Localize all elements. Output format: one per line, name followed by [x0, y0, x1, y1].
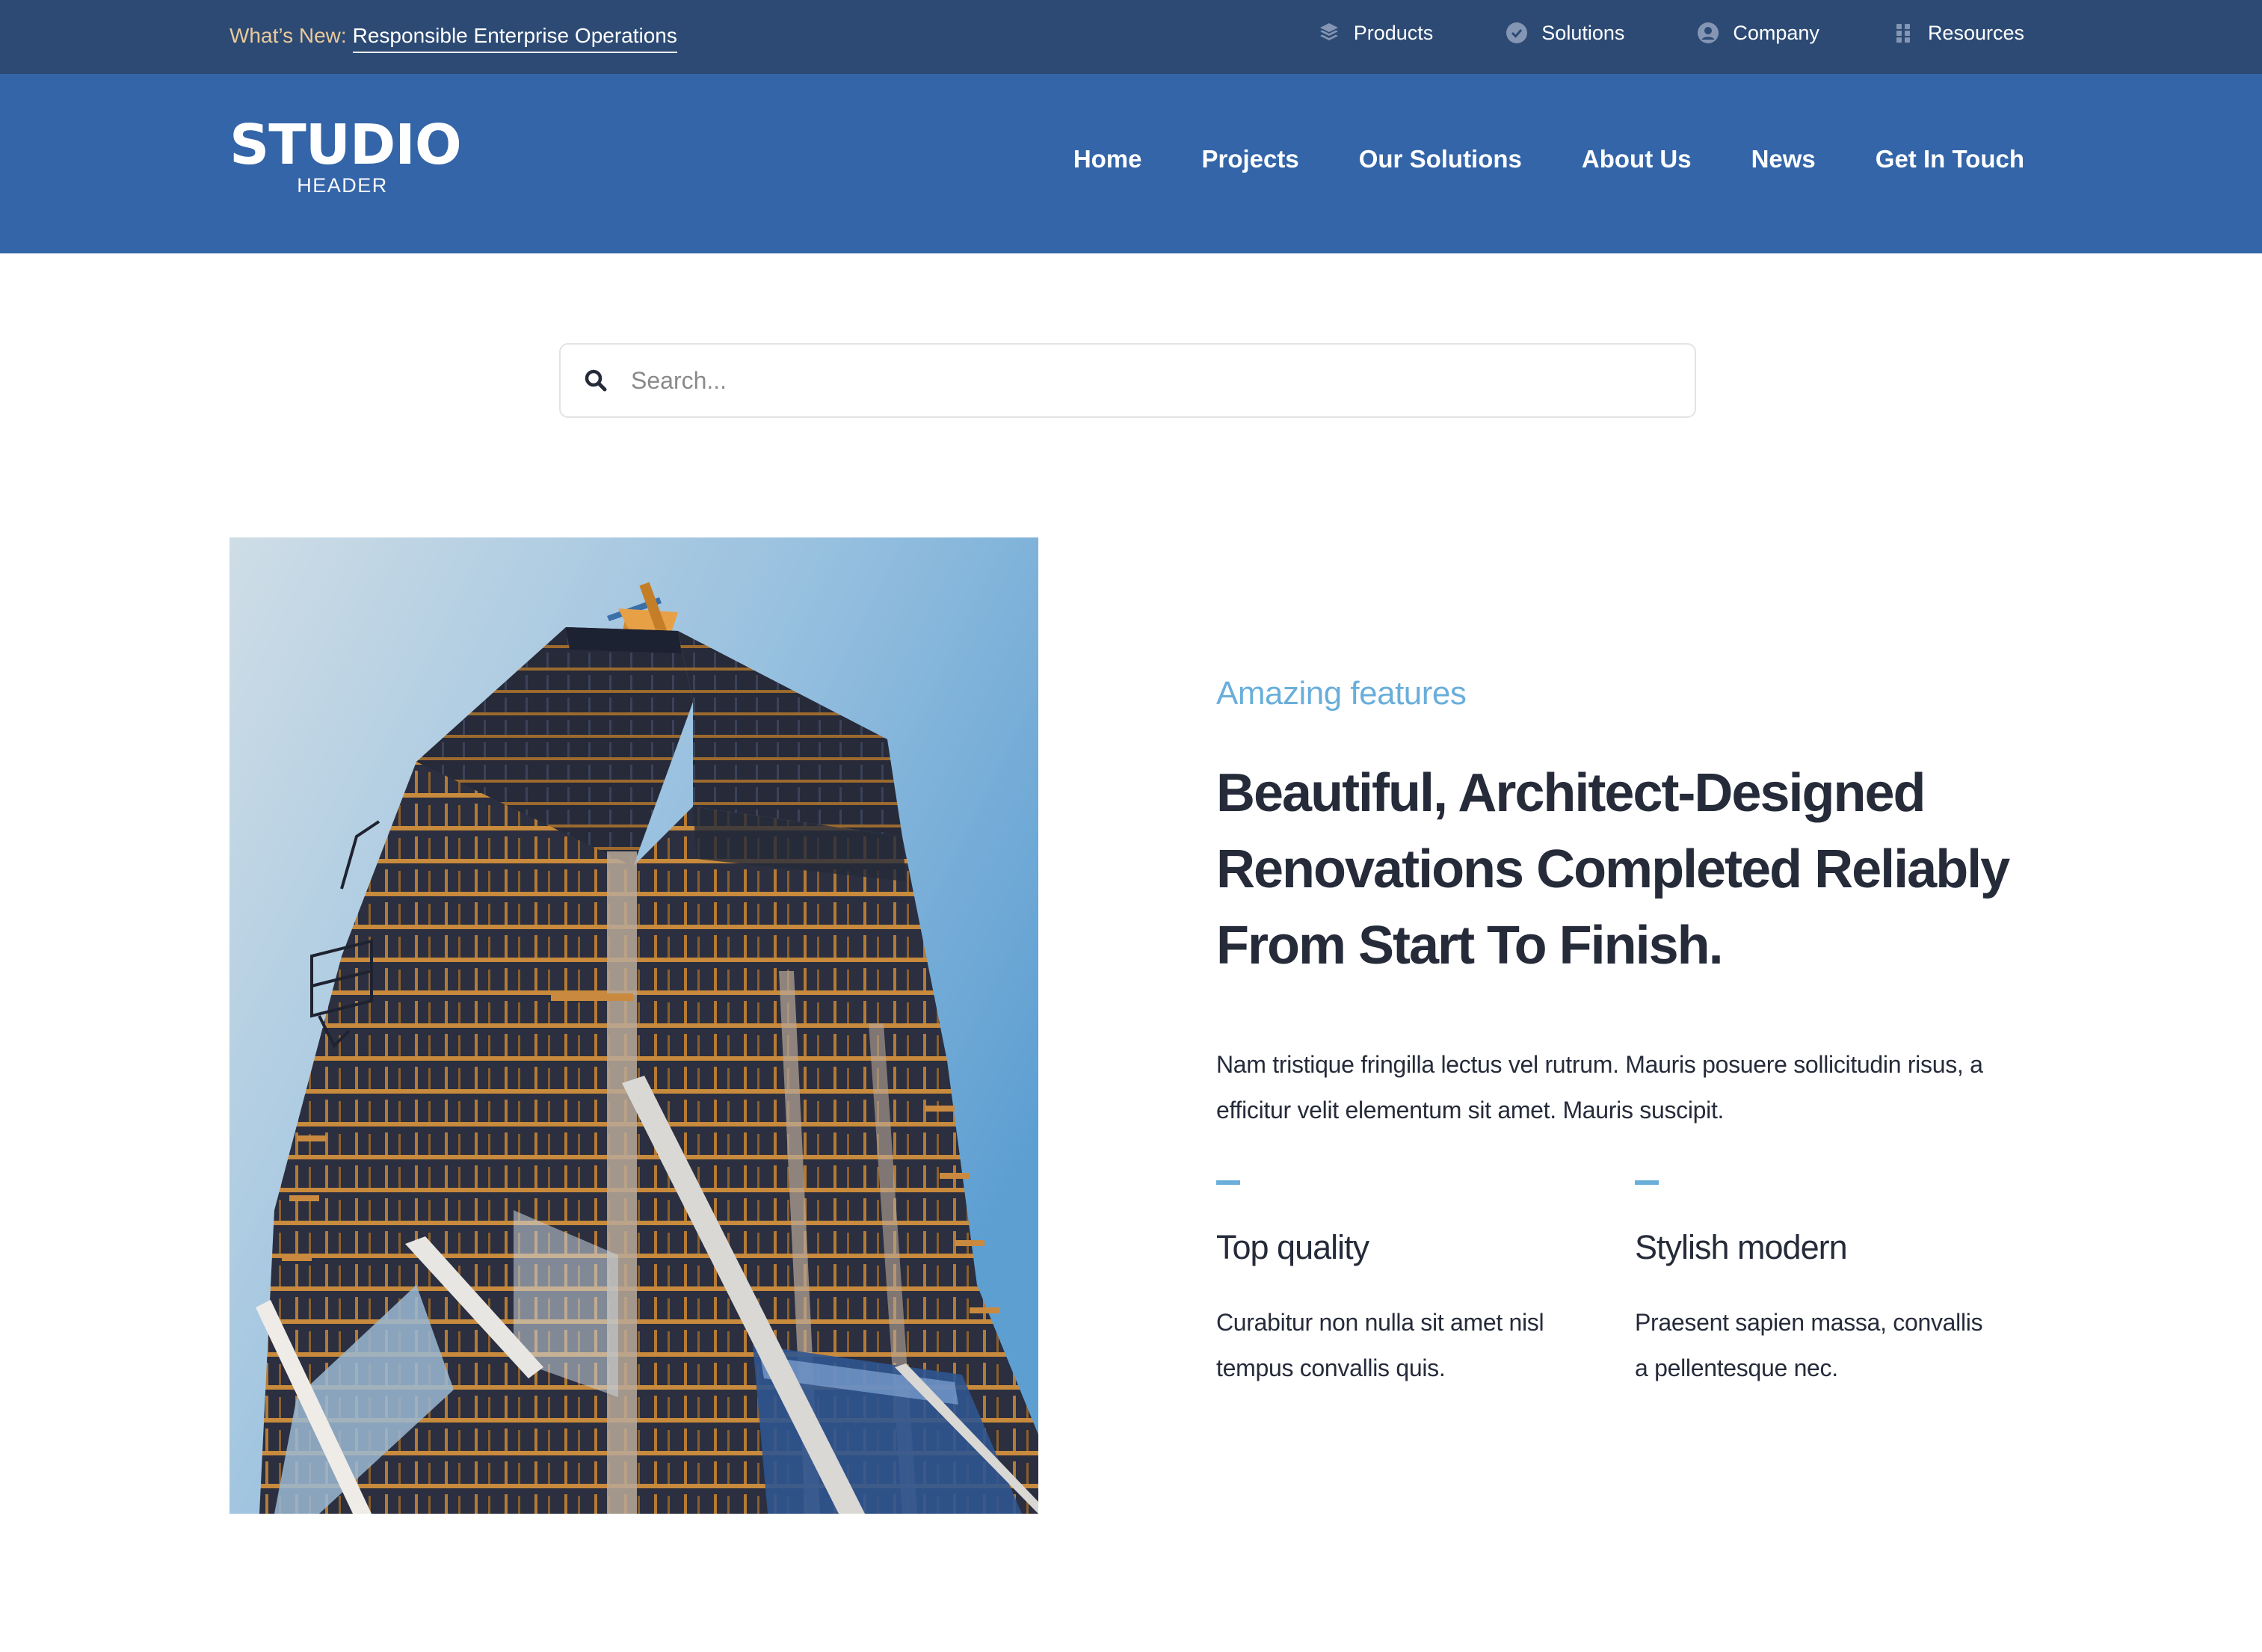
- accent-bar: [1216, 1180, 1240, 1185]
- user-circle-icon: [1696, 21, 1720, 45]
- top-nav-resources[interactable]: Resources: [1891, 19, 2024, 46]
- nav-projects[interactable]: Projects: [1202, 143, 1299, 176]
- top-nav-company-label: Company: [1733, 22, 1819, 44]
- whats-new: What’s New: Responsible Enterprise Operat…: [229, 22, 677, 53]
- main-header: STUDIO HEADER Home Projects Our Solution…: [0, 74, 2262, 253]
- feature-item: Stylish modern Praesent sapien massa, co…: [1635, 1180, 2053, 1391]
- nav-get-in-touch[interactable]: Get In Touch: [1876, 143, 2024, 176]
- search-icon[interactable]: [583, 368, 608, 393]
- feature-title: Top quality: [1216, 1228, 1369, 1266]
- search-input[interactable]: [631, 358, 1662, 403]
- logo-title: STUDIO: [229, 113, 462, 177]
- layers-icon: [1317, 21, 1341, 45]
- top-nav-solutions[interactable]: Solutions: [1505, 19, 1624, 46]
- top-nav-company[interactable]: Company: [1696, 19, 1819, 46]
- top-nav-resources-label: Resources: [1927, 22, 2024, 44]
- top-nav: Products Solutions Company Resources: [1317, 19, 2024, 46]
- features-content: Amazing features Beautiful, Architect-De…: [1216, 673, 2053, 1133]
- top-nav-solutions-label: Solutions: [1541, 22, 1625, 44]
- feature-text: Curabitur non nulla sit amet nisl tempus…: [1216, 1309, 1544, 1381]
- feature-text: Praesent sapien massa, convallis a pelle…: [1635, 1309, 1983, 1381]
- feature-title: Stylish modern: [1635, 1228, 1848, 1266]
- main-nav: Home Projects Our Solutions About Us New…: [1073, 143, 2024, 176]
- whats-new-link[interactable]: Responsible Enterprise Operations: [352, 24, 677, 53]
- grid-dots-icon: [1891, 21, 1915, 45]
- top-utility-bar: What’s New: Responsible Enterprise Operat…: [0, 0, 2262, 74]
- feature-list: Top quality Curabitur non nulla sit amet…: [1216, 1180, 2053, 1391]
- nav-our-solutions[interactable]: Our Solutions: [1359, 143, 1522, 176]
- whats-new-label: What’s New:: [229, 24, 347, 47]
- section-description: Nam tristique fringilla lectus vel rutru…: [1216, 1051, 1983, 1124]
- section-headline: Beautiful, Architect-Designed Renovation…: [1216, 763, 2010, 976]
- nav-news[interactable]: News: [1751, 143, 1816, 176]
- top-nav-products-label: Products: [1353, 22, 1434, 44]
- building-illustration: [229, 537, 1038, 1514]
- top-nav-products[interactable]: Products: [1317, 19, 1434, 46]
- feature-item: Top quality Curabitur non nulla sit amet…: [1216, 1180, 1635, 1391]
- hero-image: [229, 537, 1038, 1514]
- check-circle-icon: [1505, 21, 1529, 45]
- section-eyebrow: Amazing features: [1216, 675, 1467, 712]
- accent-bar: [1635, 1180, 1659, 1185]
- nav-home[interactable]: Home: [1073, 143, 1142, 176]
- logo[interactable]: STUDIO HEADER: [229, 113, 462, 197]
- nav-about-us[interactable]: About Us: [1582, 143, 1692, 176]
- search-bar: [559, 343, 1696, 418]
